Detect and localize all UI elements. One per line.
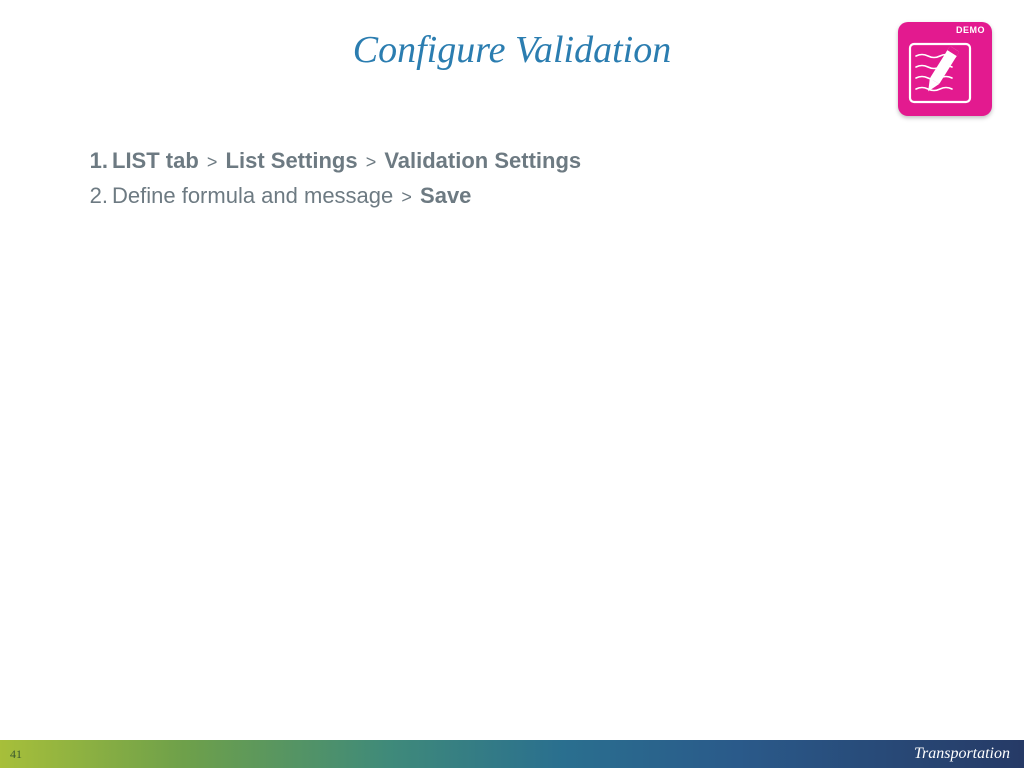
- step-row: 2.Define formula and message > Save: [84, 179, 964, 212]
- footer-brand: Transportation: [914, 745, 1010, 763]
- page-number: 41: [10, 747, 22, 762]
- step-number: 2.: [84, 179, 108, 212]
- step-text: LIST tab > List Settings > Validation Se…: [112, 144, 581, 177]
- steps-list: 1.LIST tab > List Settings > Validation …: [84, 144, 964, 214]
- slide-title: Configure Validation: [0, 28, 1024, 72]
- slide: Configure Validation DEMO 1.LIST tab > L…: [0, 0, 1024, 768]
- footer-bar: 41 Transportation: [0, 740, 1024, 768]
- step-text: Define formula and message > Save: [112, 179, 471, 212]
- demo-badge-label: DEMO: [956, 25, 985, 35]
- step-number: 1.: [84, 144, 108, 177]
- demo-badge: DEMO: [898, 22, 992, 116]
- notepad-pencil-icon: [908, 42, 982, 104]
- step-row: 1.LIST tab > List Settings > Validation …: [84, 144, 964, 177]
